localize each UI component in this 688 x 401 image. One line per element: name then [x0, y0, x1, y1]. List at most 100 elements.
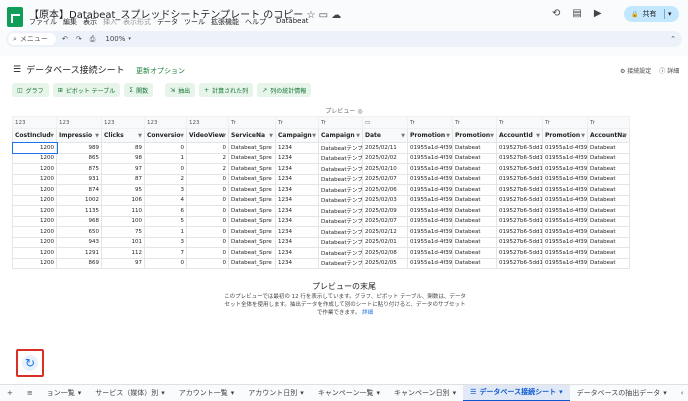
- table-cell[interactable]: 01955a1d-4f39-: [542, 247, 588, 259]
- table-cell[interactable]: Databeatテンプ: [318, 194, 363, 206]
- table-cell[interactable]: 2025/02/05: [362, 257, 408, 269]
- table-cell[interactable]: 019527b6-5dd1-: [496, 236, 543, 248]
- filter-icon[interactable]: ▼: [401, 133, 405, 139]
- tab-caret-icon[interactable]: ▾: [663, 389, 667, 397]
- table-cell[interactable]: 1234: [275, 236, 319, 248]
- table-cell[interactable]: 1: [144, 226, 187, 238]
- table-cell[interactable]: 2025/02/12: [362, 226, 408, 238]
- table-cell[interactable]: Databeatテンプ: [318, 257, 363, 269]
- table-cell[interactable]: 97: [101, 163, 145, 175]
- table-cell[interactable]: 2025/02/11: [362, 142, 408, 154]
- table-cell[interactable]: Databeat: [587, 247, 630, 259]
- sheet-tab[interactable]: データベースの抽出データ ▾: [570, 385, 674, 401]
- table-cell[interactable]: 01955a1d-4f39-: [407, 247, 453, 259]
- table-cell[interactable]: 1200: [12, 152, 57, 164]
- table-cell[interactable]: 1200: [12, 247, 57, 259]
- learn-more-link[interactable]: 詳細: [362, 310, 373, 316]
- zoom-caret-icon[interactable]: ▾: [128, 36, 131, 42]
- table-cell[interactable]: Databeatテンプ: [318, 205, 363, 217]
- column-header[interactable]: ServiceNa ▼: [228, 128, 276, 143]
- table-cell[interactable]: Databeat: [452, 173, 497, 185]
- table-cell[interactable]: Databeat: [587, 152, 630, 164]
- table-cell[interactable]: 019527b6-5dd1-: [496, 173, 543, 185]
- column-header[interactable]: VideoView ▼: [186, 128, 229, 143]
- tab-caret-icon[interactable]: ▾: [300, 389, 304, 397]
- table-cell[interactable]: 1234: [275, 215, 319, 227]
- table-cell[interactable]: 01955a1d-4f39-: [407, 142, 453, 154]
- action-button[interactable]: Σ 関数: [124, 83, 154, 97]
- table-cell[interactable]: Databeatテンプ: [318, 215, 363, 227]
- collapse-menus-icon[interactable]: ⌃: [670, 35, 676, 43]
- table-cell[interactable]: 0: [186, 184, 229, 196]
- table-cell[interactable]: 01955a1d-4f39-: [542, 215, 588, 227]
- table-cell[interactable]: 97: [101, 257, 145, 269]
- menu-item[interactable]: 拡張機能: [211, 17, 239, 27]
- table-cell[interactable]: 0: [186, 142, 229, 154]
- sheet-tab[interactable]: ☰ データベース接続シート ▾: [463, 384, 570, 401]
- table-cell[interactable]: 01955a1d-4f39-: [407, 163, 453, 175]
- table-cell[interactable]: 019527b6-5dd1-: [496, 194, 543, 206]
- table-cell[interactable]: Databeat_Spre: [228, 163, 276, 175]
- table-cell[interactable]: Databeat: [452, 257, 497, 269]
- table-cell[interactable]: 0: [186, 257, 229, 269]
- tab-caret-icon[interactable]: ▾: [231, 389, 235, 397]
- add-sheet-button[interactable]: +: [0, 385, 20, 401]
- table-cell[interactable]: Databeat_Spre: [228, 142, 276, 154]
- column-header[interactable]: AccountId ▼: [496, 128, 543, 143]
- table-cell[interactable]: 1234: [275, 173, 319, 185]
- filter-icon[interactable]: ▼: [312, 133, 316, 139]
- table-cell[interactable]: 968: [56, 215, 102, 227]
- menu-item[interactable]: 表示形式: [123, 17, 151, 27]
- menu-item[interactable]: 表示: [83, 17, 97, 27]
- sheet-tab[interactable]: キャンペーン一覧 ▾: [311, 385, 387, 401]
- table-cell[interactable]: Databeat: [452, 205, 497, 217]
- table-cell[interactable]: Databeatテンプ: [318, 184, 363, 196]
- table-cell[interactable]: 2025/02/08: [362, 247, 408, 259]
- table-cell[interactable]: 0: [186, 247, 229, 259]
- table-cell[interactable]: 2: [144, 173, 187, 185]
- table-cell[interactable]: 1200: [12, 173, 57, 185]
- share-caret-icon[interactable]: ▾: [668, 10, 672, 18]
- menu-item[interactable]: 編集: [63, 17, 77, 27]
- table-cell[interactable]: Databeat: [587, 215, 630, 227]
- table-cell[interactable]: 01955a1d-4f39-: [407, 236, 453, 248]
- table-cell[interactable]: Databeat: [452, 226, 497, 238]
- column-header[interactable]: CostInclud ▼: [12, 128, 57, 143]
- table-cell[interactable]: 1200: [12, 184, 57, 196]
- menu-item[interactable]: Databeat: [276, 17, 309, 27]
- camera-icon[interactable]: ▶: [594, 8, 602, 19]
- table-cell[interactable]: 3: [144, 236, 187, 248]
- filter-icon[interactable]: ▼: [446, 133, 450, 139]
- table-cell[interactable]: 1200: [12, 226, 57, 238]
- table-cell[interactable]: Databeatテンプ: [318, 152, 363, 164]
- table-cell[interactable]: 01955a1d-4f39-: [407, 184, 453, 196]
- sheets-logo-icon[interactable]: [7, 7, 23, 27]
- table-cell[interactable]: Databeat_Spre: [228, 236, 276, 248]
- table-cell[interactable]: 01955a1d-4f39-: [542, 194, 588, 206]
- menu-item[interactable]: ツール: [184, 17, 205, 27]
- table-cell[interactable]: 019527b6-5dd1-: [496, 184, 543, 196]
- table-cell[interactable]: Databeat: [587, 142, 630, 154]
- column-header[interactable]: Promotion ▼: [407, 128, 453, 143]
- table-cell[interactable]: 01955a1d-4f39-: [407, 152, 453, 164]
- table-cell[interactable]: 943: [56, 236, 102, 248]
- table-cell[interactable]: 869: [56, 257, 102, 269]
- table-cell[interactable]: 019527b6-5dd1-: [496, 205, 543, 217]
- menu-item[interactable]: ファイル: [29, 17, 57, 27]
- table-cell[interactable]: Databeat: [587, 257, 630, 269]
- table-cell[interactable]: 1234: [275, 184, 319, 196]
- table-cell[interactable]: 1200: [12, 215, 57, 227]
- filter-icon[interactable]: ▼: [269, 133, 273, 139]
- filter-icon[interactable]: ▼: [180, 133, 184, 139]
- table-cell[interactable]: 1234: [275, 142, 319, 154]
- table-cell[interactable]: Databeatテンプ: [318, 247, 363, 259]
- table-cell[interactable]: Databeat: [587, 236, 630, 248]
- table-cell[interactable]: Databeat_Spre: [228, 247, 276, 259]
- table-cell[interactable]: 2025/02/03: [362, 194, 408, 206]
- table-cell[interactable]: 1234: [275, 226, 319, 238]
- table-cell[interactable]: Databeat: [452, 194, 497, 206]
- action-button[interactable]: + 計算された列: [199, 83, 254, 97]
- table-cell[interactable]: 2025/02/02: [362, 152, 408, 164]
- column-header[interactable]: Campaign ▼: [275, 128, 319, 143]
- table-cell[interactable]: 0: [186, 215, 229, 227]
